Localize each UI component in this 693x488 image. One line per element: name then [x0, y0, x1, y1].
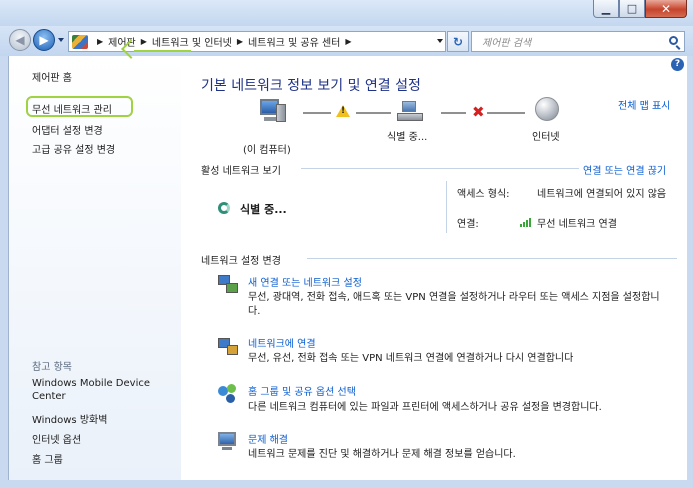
network-setup-icon: [218, 275, 240, 295]
mobile-device-center-label: Windows Mobile Device Center: [32, 378, 150, 402]
breadcrumb-separator-icon[interactable]: ▶: [97, 37, 103, 46]
address-dropdown-icon[interactable]: [437, 39, 443, 43]
breadcrumb-separator-icon[interactable]: ▶: [141, 37, 147, 46]
sidebar-item-homegroup[interactable]: 홈 그룹: [32, 451, 63, 466]
sidebar-item-advanced-sharing[interactable]: 고급 공유 설정 변경: [32, 141, 115, 156]
access-type-value: 네트워크에 연결되어 있지 않음: [537, 189, 667, 200]
page-title: 기본 네트워크 정보 보기 및 연결 설정: [201, 78, 421, 94]
sidebar-item-firewall[interactable]: Windows 방화벽: [32, 411, 107, 426]
recent-pages-dropdown[interactable]: [58, 38, 64, 42]
troubleshoot-icon: [218, 432, 240, 452]
error-x-icon[interactable]: ✖: [472, 103, 485, 121]
connect-disconnect-link[interactable]: 연결 또는 연결 끊기: [583, 162, 666, 177]
internet-label: 인터넷: [532, 132, 560, 143]
access-type-label: 액세스 형식:: [457, 189, 510, 200]
sidebar-item-internet-options[interactable]: 인터넷 옵션: [32, 431, 81, 446]
full-map-link[interactable]: 전체 맵 표시: [618, 97, 670, 112]
close-button[interactable]: ✕: [645, 0, 687, 18]
maximize-button[interactable]: □: [619, 0, 645, 18]
connections-label: 연결:: [457, 219, 479, 230]
change-settings-heading: 네트워크 설정 변경: [201, 256, 281, 267]
main-panel: ? 기본 네트워크 정보 보기 및 연결 설정 전체 맵 표시 ✖ (이 컴퓨터…: [181, 56, 687, 480]
active-networks-heading: 활성 네트워크 보기: [201, 166, 281, 177]
sidebar-item-manage-wireless[interactable]: 무선 네트워크 관리: [32, 101, 112, 116]
internet-globe-icon[interactable]: [535, 97, 559, 121]
breadcrumb-network-internet[interactable]: 네트워크 및 인터넷: [152, 34, 232, 49]
connect-to-network-description: 무선, 유선, 전화 접속 또는 VPN 네트워크 연결에 연결하거나 다시 연…: [248, 353, 574, 364]
search-placeholder: 제어판 검색: [482, 38, 532, 49]
homegroup-options-description: 다른 네트워크 컴퓨터에 있는 파일과 프린터에 액세스하거나 공유 설정을 변…: [248, 402, 602, 413]
sidebar-item-control-panel-home[interactable]: 제어판 홈: [32, 69, 72, 84]
breadcrumb-separator-icon[interactable]: ▶: [237, 37, 243, 46]
new-connection-description: 무선, 광대역, 전화 접속, 애드혹 또는 VPN 연결을 설정하거나 라우터…: [248, 292, 660, 317]
map-connector: [303, 112, 331, 114]
homegroup-icon: [218, 384, 240, 404]
unidentified-network-icon[interactable]: [397, 101, 425, 123]
breadcrumb-separator-icon[interactable]: ▶: [345, 37, 351, 46]
forward-button[interactable]: ▶: [33, 29, 55, 51]
connect-to-network-link[interactable]: 네트워크에 연결: [248, 335, 316, 350]
connect-network-icon: [218, 337, 240, 357]
identifying-spinner-icon: [218, 202, 230, 214]
search-icon[interactable]: [669, 36, 678, 45]
wireless-connection-link[interactable]: 무선 네트워크 연결: [537, 215, 617, 230]
sidebar: 제어판 홈 무선 네트워크 관리 어댑터 설정 변경 고급 공유 설정 변경 참…: [8, 56, 181, 480]
see-also-heading: 참고 항목: [32, 362, 72, 373]
control-panel-icon: [72, 34, 88, 49]
window-frame-right: [687, 56, 693, 488]
sidebar-item-adapter-settings[interactable]: 어댑터 설정 변경: [32, 122, 103, 137]
computer-label: (이 컴퓨터): [243, 145, 291, 156]
search-input[interactable]: 제어판 검색: [471, 31, 685, 52]
section-divider: [301, 168, 579, 169]
sidebar-item-mobile-device-center[interactable]: Windows Mobile Device Center: [32, 377, 157, 403]
map-connector: [356, 112, 391, 114]
minimize-button[interactable]: ▁: [593, 0, 619, 18]
vertical-divider: [446, 181, 447, 233]
back-button[interactable]: ◀: [9, 29, 31, 51]
window-titlebar: ▁ □ ✕: [0, 0, 693, 26]
navigation-bar: ◀ ▶ ▶ 제어판 ▶ 네트워크 및 인터넷 ▶ 네트워크 및 공유 센터 ▶ …: [0, 26, 693, 56]
new-connection-link[interactable]: 새 연결 또는 네트워크 설정: [248, 274, 362, 289]
homegroup-options-link[interactable]: 홈 그룹 및 공유 옵션 선택: [248, 383, 356, 398]
wireless-signal-icon: [520, 217, 534, 227]
breadcrumb-network-sharing-center[interactable]: 네트워크 및 공유 센터: [248, 34, 340, 49]
help-icon[interactable]: ?: [671, 58, 684, 71]
computer-icon[interactable]: [260, 99, 286, 125]
map-connector: [441, 112, 466, 114]
caption-buttons: ▁ □ ✕: [593, 0, 687, 18]
annotation-arrow-line: [134, 50, 191, 52]
troubleshoot-link[interactable]: 문제 해결: [248, 431, 288, 446]
map-connector: [487, 112, 525, 114]
network-status-text: 식별 중...: [240, 203, 287, 216]
warning-icon[interactable]: [336, 105, 350, 117]
window-frame-bottom: [0, 480, 693, 488]
identifying-label: 식별 중...: [387, 132, 428, 143]
troubleshoot-description: 네트워크 문제를 진단 및 해결하거나 문제 해결 정보를 얻습니다.: [248, 449, 516, 460]
section-divider: [307, 258, 677, 259]
refresh-button[interactable]: ↻: [447, 31, 469, 52]
